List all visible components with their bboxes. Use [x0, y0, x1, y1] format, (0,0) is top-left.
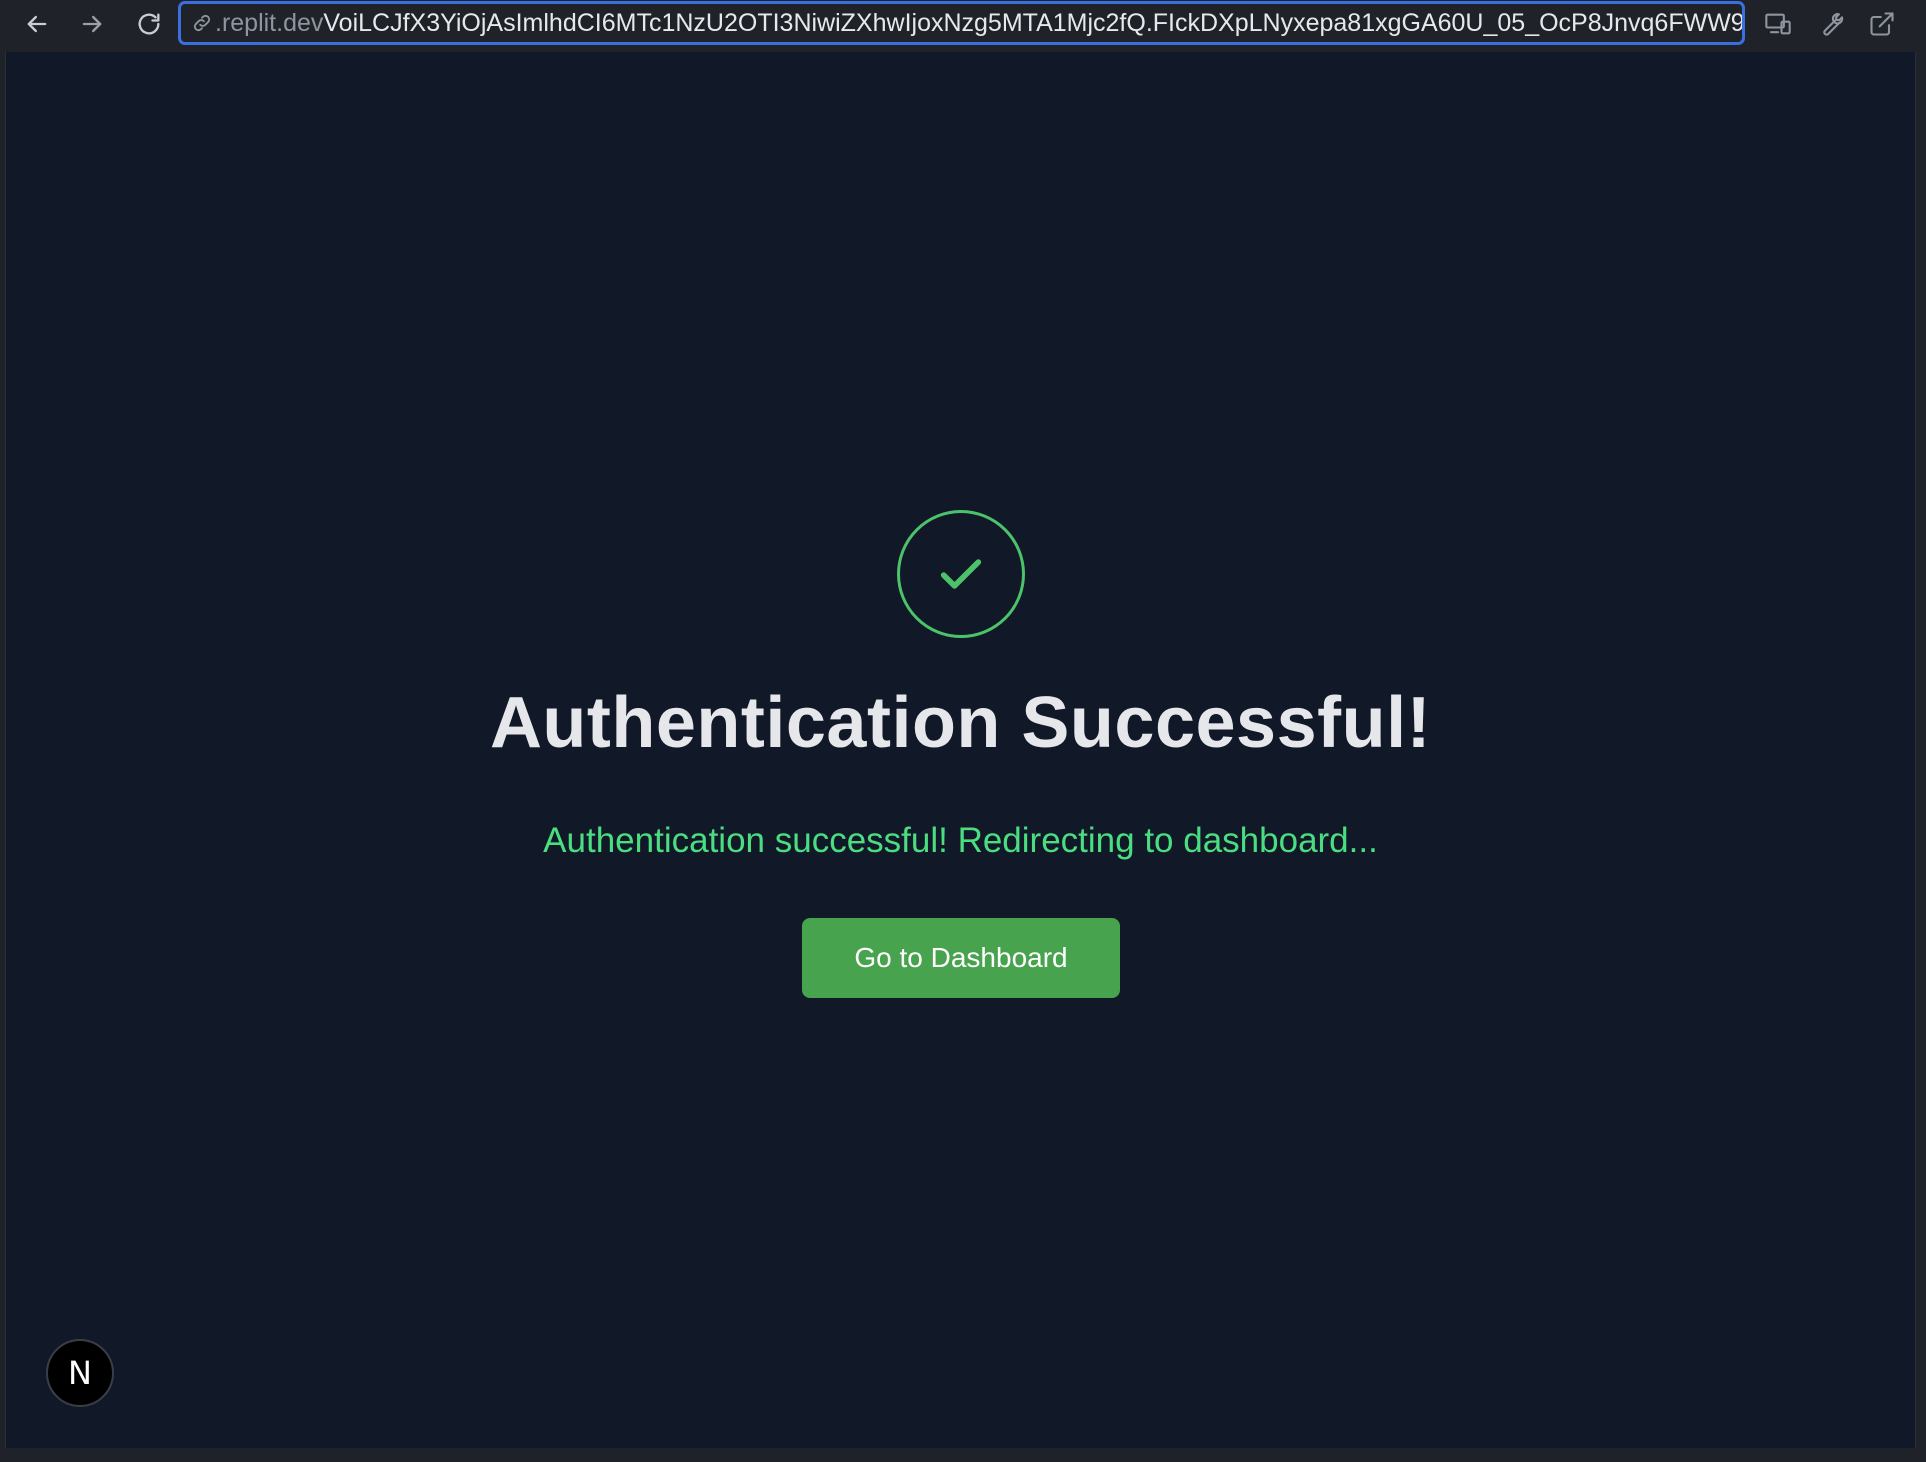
devtools-button[interactable] [1810, 4, 1850, 44]
responsive-devices-icon [1765, 13, 1791, 35]
reload-icon [138, 13, 160, 35]
forward-button[interactable] [72, 4, 112, 44]
link-icon [189, 10, 215, 36]
url-path: VoiLCJfX3YiOjAsImlhdCI6MTc1NzU2OTI3NiwiZ… [323, 8, 1745, 37]
auth-success-panel: Authentication Successful! Authenticatio… [6, 52, 1915, 1448]
go-to-dashboard-button[interactable]: Go to Dashboard [802, 918, 1120, 998]
url-domain: .replit.dev [215, 8, 324, 37]
page-title: Authentication Successful! [489, 683, 1432, 763]
external-link-icon [1870, 12, 1894, 36]
nextjs-dev-badge[interactable]: N [46, 1339, 114, 1407]
browser-toolbar: .replit.dev VoiLCJfX3YiOjAsImlhdCI6MTc1N… [0, 0, 1926, 52]
arrow-right-icon [82, 15, 102, 33]
wrench-icon [1823, 13, 1844, 36]
back-button[interactable] [17, 4, 57, 44]
url-input[interactable]: .replit.dev VoiLCJfX3YiOjAsImlhdCI6MTc1N… [178, 1, 1745, 45]
success-circle [897, 510, 1025, 638]
responsive-devices-button[interactable] [1758, 4, 1798, 44]
reload-button[interactable] [129, 4, 169, 44]
bottom-border [0, 1448, 1926, 1462]
nextjs-logo-icon: N [68, 1354, 92, 1392]
open-external-button[interactable] [1862, 4, 1902, 44]
arrow-left-icon [27, 15, 47, 33]
page-viewport: Authentication Successful! Authenticatio… [5, 52, 1916, 1448]
status-message: Authentication successful! Redirecting t… [543, 821, 1378, 860]
checkmark-icon [940, 559, 982, 589]
